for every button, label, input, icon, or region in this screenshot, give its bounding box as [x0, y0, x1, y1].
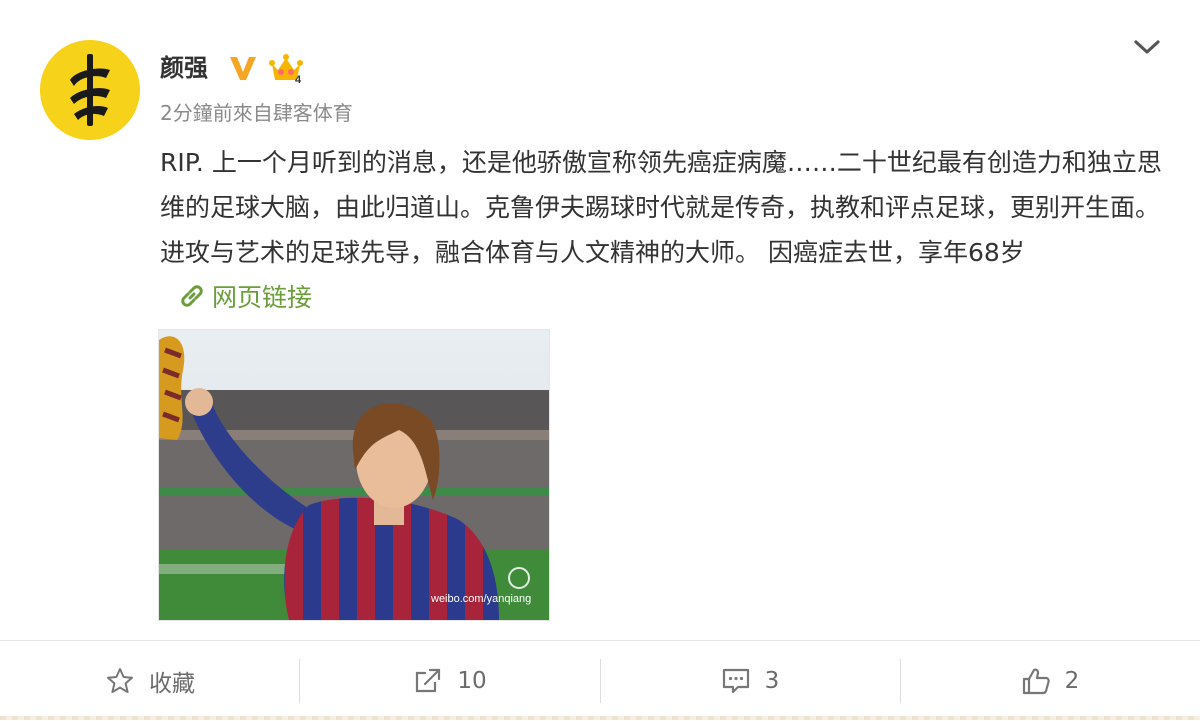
- football-player-photo: weibo.com/yanqiang: [159, 330, 549, 620]
- link-icon: [181, 285, 203, 307]
- verified-v-icon: [230, 57, 256, 80]
- post-meta: 2分鐘前來自肆客体育: [160, 101, 353, 125]
- repost-count: 10: [457, 668, 487, 694]
- image-watermark: weibo.com/yanqiang: [430, 593, 531, 605]
- username[interactable]: 颜强: [160, 50, 208, 86]
- share-icon: [416, 668, 441, 693]
- avatar-logo-icon: [40, 40, 140, 140]
- star-icon: [107, 668, 133, 693]
- avatar[interactable]: [40, 40, 140, 140]
- like-count: 2: [1064, 668, 1080, 694]
- like-button[interactable]: 2: [900, 641, 1200, 721]
- favorite-label: 收藏: [149, 671, 195, 697]
- crown-level-label: 4: [295, 74, 302, 84]
- comment-count: 3: [764, 668, 780, 694]
- comment-button[interactable]: 3: [600, 641, 900, 721]
- favorite-button[interactable]: 收藏: [0, 641, 300, 721]
- weibo-post-card: 颜强 4 2分鐘前來自肆客体育 RIP. 上一个月听到的消息，还是他骄傲宣称领先…: [0, 0, 1200, 721]
- post-image[interactable]: weibo.com/yanqiang: [158, 329, 550, 621]
- chevron-down-icon[interactable]: [1130, 36, 1164, 60]
- web-link[interactable]: 网页链接: [178, 275, 312, 320]
- post-body: RIP. 上一个月听到的消息，还是他骄傲宣称领先癌症病魔……二十世纪最有创造力和…: [160, 148, 1162, 267]
- comment-icon: [722, 668, 749, 694]
- post-text: RIP. 上一个月听到的消息，还是他骄傲宣称领先癌症病魔……二十世纪最有创造力和…: [160, 140, 1165, 320]
- bottom-border: [0, 716, 1200, 720]
- crown-member-icon[interactable]: 4: [268, 52, 304, 84]
- repost-button[interactable]: 10: [300, 641, 600, 721]
- thumbs-up-icon: [1022, 668, 1050, 695]
- web-link-label: 网页链接: [212, 283, 313, 312]
- action-bar: 收藏 10 3 2: [0, 640, 1200, 721]
